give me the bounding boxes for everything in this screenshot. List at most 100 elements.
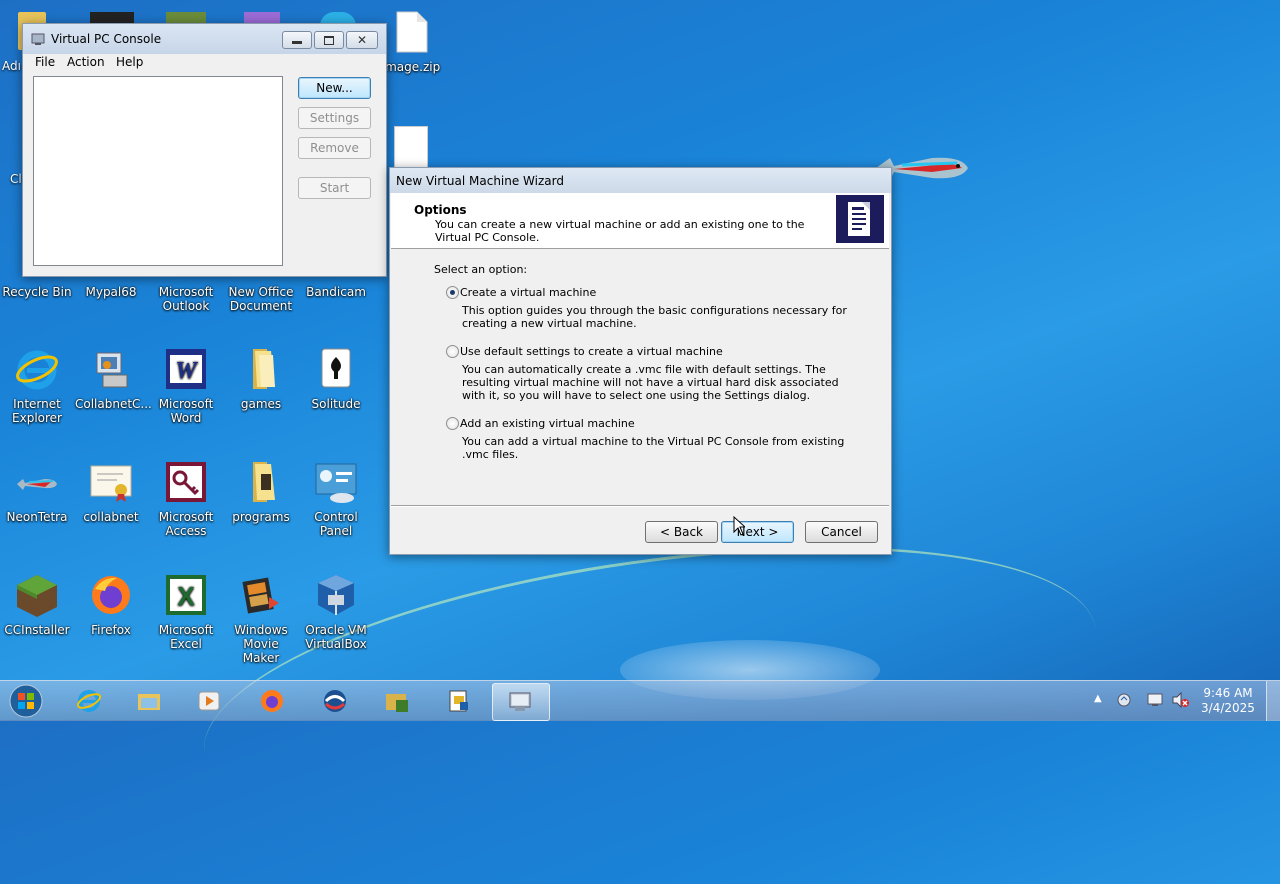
desktop-icon-label: New Office Document xyxy=(228,285,294,313)
desktop-icon-label: CollabnetC... xyxy=(75,397,152,411)
radio-create-vm[interactable] xyxy=(446,286,459,299)
start-button[interactable]: Start xyxy=(298,177,371,199)
folder-icon xyxy=(239,347,283,391)
desktop-icon-collabnet[interactable]: collabnet xyxy=(75,460,147,524)
mouse-cursor-icon xyxy=(733,515,747,539)
start-button[interactable] xyxy=(6,683,46,719)
collabnet-client-icon xyxy=(89,347,133,391)
internet-explorer-icon xyxy=(76,690,102,712)
console-titlebar[interactable]: Virtual PC Console ✕ xyxy=(23,24,386,54)
new-button[interactable]: New... xyxy=(298,77,371,99)
start-orb-icon xyxy=(9,684,43,718)
desktop-icon-solitude[interactable]: Solitude xyxy=(300,347,372,411)
desktop-icon-control-panel[interactable]: Control Panel xyxy=(300,460,372,538)
folder-app-icon xyxy=(386,694,408,712)
next-button[interactable]: Next > xyxy=(721,521,794,543)
taskbar-file-explorer[interactable] xyxy=(122,683,178,719)
clock-time: 9:46 AM xyxy=(1203,686,1253,700)
desktop-icon-new-office-document[interactable]: New Office Document xyxy=(225,285,297,313)
close-button[interactable]: ✕ xyxy=(346,31,378,49)
desktop-icon-recycle-bin[interactable]: Recycle Bin xyxy=(1,285,73,299)
wizard-divider xyxy=(391,505,889,507)
desktop-icon-internet-explorer[interactable]: Internet Explorer xyxy=(1,347,73,425)
notepad-app-icon xyxy=(449,690,468,712)
desktop-icon-label: Microsoft Excel xyxy=(158,623,214,651)
show-desktop-button[interactable] xyxy=(1266,681,1280,721)
desktop-icon-ccinstaller[interactable]: CCInstaller xyxy=(1,573,73,637)
option-create-vm-label[interactable]: Create a virtual machine xyxy=(460,286,596,299)
desktop-icon-word[interactable]: W Microsoft Word xyxy=(150,347,222,425)
option-default-settings-label[interactable]: Use default settings to create a virtual… xyxy=(460,345,723,358)
desktop-icon-label: Oracle VM VirtualBox xyxy=(305,623,367,651)
access-icon xyxy=(164,460,208,504)
svg-text:X: X xyxy=(177,581,195,611)
menu-file[interactable]: File xyxy=(35,55,55,69)
taskbar-firefox[interactable] xyxy=(245,683,301,719)
clock-date: 3/4/2025 xyxy=(1201,701,1255,715)
certificate-icon xyxy=(89,460,133,504)
fish-icon xyxy=(15,460,59,504)
solitaire-icon xyxy=(314,347,358,391)
console-title: Virtual PC Console xyxy=(51,32,162,46)
virtual-pc-icon xyxy=(509,692,531,711)
firefox-icon xyxy=(89,573,133,617)
desktop-icon-collabnet-client[interactable]: CollabnetC... xyxy=(75,347,152,411)
desktop-icon-firefox[interactable]: Firefox xyxy=(75,573,147,637)
virtual-machine-list[interactable] xyxy=(33,76,283,266)
menu-action[interactable]: Action xyxy=(67,55,105,69)
menu-bar: File Action Help xyxy=(23,54,386,72)
network-icon[interactable] xyxy=(1116,692,1132,708)
settings-button[interactable]: Settings xyxy=(298,107,371,129)
desktop-icon-programs[interactable]: programs xyxy=(225,460,297,524)
desktop-icon-label: Windows Movie Maker xyxy=(234,623,288,665)
movie-maker-icon xyxy=(239,573,283,617)
file-explorer-icon xyxy=(138,694,160,710)
close-icon: ✕ xyxy=(357,33,368,47)
svg-text:W: W xyxy=(175,358,198,384)
option-add-existing-label[interactable]: Add an existing virtual machine xyxy=(460,417,635,430)
desktop-icon-movie-maker[interactable]: Windows Movie Maker xyxy=(225,573,297,665)
taskbar-media-player[interactable] xyxy=(182,683,238,719)
show-hidden-icons-button[interactable]: ▲ xyxy=(1094,693,1102,704)
word-icon: W xyxy=(164,347,208,391)
wizard-header-desc: You can create a new virtual machine or … xyxy=(435,218,805,244)
excel-icon: X xyxy=(164,573,208,617)
virtualbox-icon xyxy=(314,573,358,617)
file-icon[interactable] xyxy=(394,126,428,168)
desktop-icon-games[interactable]: games xyxy=(225,347,297,411)
radio-default-settings[interactable] xyxy=(446,345,459,358)
remove-button[interactable]: Remove xyxy=(298,137,371,159)
action-center-icon[interactable] xyxy=(1147,693,1163,707)
cancel-button[interactable]: Cancel xyxy=(805,521,878,543)
minimize-icon xyxy=(292,41,302,44)
taskbar-folder-app[interactable] xyxy=(370,683,426,719)
desktop-icon-outlook[interactable]: Microsoft Outlook xyxy=(150,285,222,313)
desktop-icon-label: games xyxy=(240,397,282,411)
taskbar-app[interactable] xyxy=(308,683,364,719)
menu-help[interactable]: Help xyxy=(116,55,143,69)
desktop-icon-label: programs xyxy=(232,510,290,524)
taskbar: ▲ 9:46 AM 3/4/2025 xyxy=(0,680,1280,721)
maximize-button[interactable] xyxy=(314,31,344,49)
desktop-icon-mypal68[interactable]: Mypal68 xyxy=(75,285,147,299)
wizard-title: New Virtual Machine Wizard xyxy=(396,174,564,188)
desktop-icon-excel[interactable]: X Microsoft Excel xyxy=(150,573,222,651)
taskbar-internet-explorer[interactable] xyxy=(62,683,118,719)
taskbar-notepad-app[interactable] xyxy=(432,683,488,719)
back-button[interactable]: < Back xyxy=(645,521,718,543)
virtual-pc-console-window: Virtual PC Console ✕ File Action Help Ne… xyxy=(22,23,387,277)
taskbar-virtual-pc[interactable] xyxy=(492,683,550,721)
folder-icon xyxy=(239,460,283,504)
volume-muted-icon[interactable] xyxy=(1172,691,1190,709)
desktop-icon-access[interactable]: Microsoft Access xyxy=(150,460,222,538)
desktop-icon-label: CCInstaller xyxy=(4,623,70,637)
radio-add-existing[interactable] xyxy=(446,417,459,430)
wizard-titlebar[interactable]: New Virtual Machine Wizard xyxy=(390,168,891,193)
clock[interactable]: 9:46 AM 3/4/2025 xyxy=(1200,686,1256,716)
desktop-icon-bandicam[interactable]: Bandicam xyxy=(300,285,372,299)
desktop-icon-label: Mypal68 xyxy=(85,285,137,299)
desktop-icon-neontetra[interactable]: NeonTetra xyxy=(1,460,73,524)
desktop-icon-virtualbox[interactable]: Oracle VM VirtualBox xyxy=(300,573,372,651)
server-document-icon xyxy=(836,195,884,243)
minimize-button[interactable] xyxy=(282,31,312,49)
